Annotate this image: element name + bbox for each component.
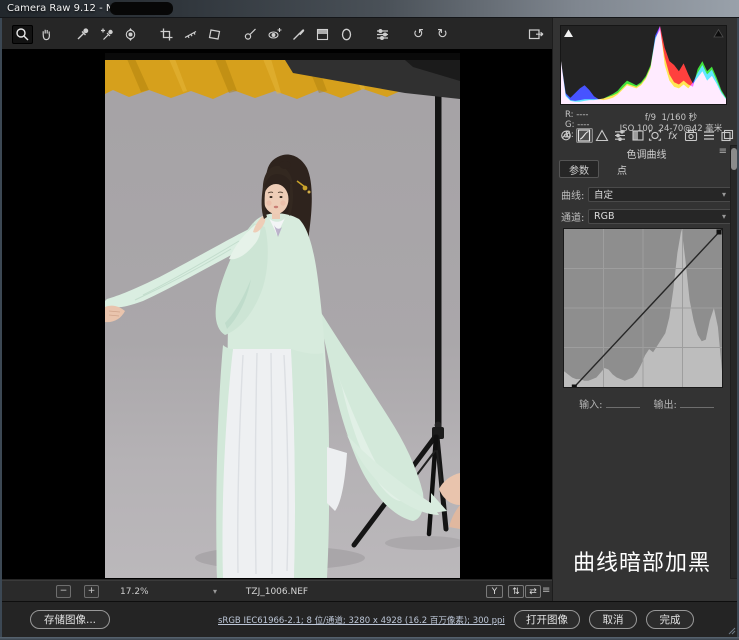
- tone-curve-tabs: 参数 点: [559, 160, 637, 178]
- tab-camera-calibration-icon[interactable]: [683, 128, 700, 143]
- panel-title: 色调曲线: [553, 146, 739, 159]
- camera-raw-window: { "window": { "title": "Camera Raw 9.12 …: [0, 0, 739, 640]
- redacted-patch: [110, 2, 173, 15]
- photo-preview[interactable]: [105, 53, 460, 578]
- hand-tool-icon[interactable]: [36, 25, 57, 44]
- tone-curve-graph[interactable]: [563, 228, 723, 388]
- input-value[interactable]: [606, 397, 640, 408]
- highlight-clipping-indicator[interactable]: [713, 28, 724, 38]
- toggle-fullscreen-icon[interactable]: [526, 25, 546, 43]
- tab-split-toning-icon[interactable]: [629, 128, 646, 143]
- shadow-clipping-indicator[interactable]: [563, 28, 574, 38]
- resize-grip[interactable]: [728, 627, 736, 635]
- spot-removal-tool-icon[interactable]: [240, 25, 261, 44]
- channel-label: 通道:: [561, 209, 588, 224]
- rotate-left-icon[interactable]: ↺: [408, 25, 429, 44]
- workflow-options-link[interactable]: sRGB IEC61966-2.1; 8 位/通道; 3280 x 4928 (…: [218, 614, 478, 626]
- status-bar: − + 17.2% ▾ TZJ_1006.NEF Y ⇅ ⇄ ≡: [2, 580, 552, 601]
- curve-preset-select[interactable]: 自定 ▾: [588, 187, 732, 202]
- tutorial-annotation: 曲线暗部加黑: [573, 545, 733, 577]
- output-label: 输出:: [654, 400, 677, 411]
- tab-detail-icon[interactable]: [594, 128, 611, 143]
- adjustments-panel: R: ---- G: ---- B: ---- f/9 1/160 秒 ISO …: [552, 18, 739, 601]
- tab-point[interactable]: 点: [607, 160, 637, 178]
- curve-preset-row: 曲线: 自定 ▾: [561, 186, 732, 202]
- adjustment-brush-tool-icon[interactable]: [288, 25, 309, 44]
- svg-text:fx: fx: [668, 131, 678, 142]
- zoom-tool-icon[interactable]: [12, 25, 33, 44]
- tab-basic-icon[interactable]: [558, 128, 575, 143]
- graduated-filter-tool-icon[interactable]: [312, 25, 333, 44]
- cancel-button[interactable]: 取消: [589, 610, 637, 629]
- crop-tool-icon[interactable]: [156, 25, 177, 44]
- tab-hsl-grayscale-icon[interactable]: [611, 128, 628, 143]
- white-balance-tool-icon[interactable]: [72, 25, 93, 44]
- preview-settings-icon[interactable]: ≡: [542, 586, 550, 596]
- chevron-down-icon: ▾: [722, 212, 726, 221]
- exif-exposure: f/9 1/160 秒: [615, 113, 727, 124]
- transform-tool-icon[interactable]: [204, 25, 225, 44]
- curve-point-black: [572, 385, 577, 388]
- tab-parametric[interactable]: 参数: [559, 160, 599, 178]
- rgb-histogram: [560, 25, 727, 105]
- input-label: 输入:: [579, 400, 602, 411]
- straighten-tool-icon[interactable]: [180, 25, 201, 44]
- rotate-right-icon[interactable]: ↻: [432, 25, 453, 44]
- tab-snapshots-icon[interactable]: [718, 128, 735, 143]
- toolbar: ↺ ↻: [0, 19, 552, 49]
- image-canvas[interactable]: [2, 49, 552, 579]
- done-button[interactable]: 完成: [646, 610, 694, 629]
- channel-select[interactable]: RGB ▾: [588, 209, 732, 224]
- radial-filter-tool-icon[interactable]: [336, 25, 357, 44]
- swap-before-after-button[interactable]: ⇅: [508, 585, 524, 598]
- save-image-button[interactable]: 存储图像...: [30, 610, 110, 629]
- output-value[interactable]: [680, 397, 714, 408]
- panel-menu-icon[interactable]: ≡: [719, 146, 727, 157]
- preferences-tool-icon[interactable]: [372, 25, 393, 44]
- curve-preset-label: 曲线:: [561, 187, 588, 202]
- copy-settings-button[interactable]: ⇄: [525, 585, 541, 598]
- channel-row: 通道: RGB ▾: [561, 208, 732, 224]
- panel-tab-strip: fx: [558, 128, 735, 144]
- light-stand-pole: [435, 77, 442, 431]
- photo-top-black-strip: [105, 53, 460, 60]
- targeted-adjustment-tool-icon[interactable]: [120, 25, 141, 44]
- open-image-button[interactable]: 打开图像: [514, 610, 580, 629]
- tab-tone-curve-icon[interactable]: [576, 128, 593, 143]
- window-frame-left: [0, 18, 2, 637]
- filename-label: TZJ_1006.NEF: [2, 587, 552, 597]
- tab-presets-icon[interactable]: [700, 128, 717, 143]
- color-sampler-tool-icon[interactable]: [96, 25, 117, 44]
- footer-bar: 存储图像... sRGB IEC61966-2.1; 8 位/通道; 3280 …: [0, 601, 739, 637]
- tab-lens-corrections-icon[interactable]: [647, 128, 664, 143]
- curve-point-white: [717, 230, 722, 235]
- red-eye-tool-icon[interactable]: [264, 25, 285, 44]
- title-bar[interactable]: Camera Raw 9.12 - Nikon D4: [0, 0, 739, 18]
- preview-mode-toggle[interactable]: Y: [486, 585, 503, 598]
- curve-io-row: 输入: 输出:: [553, 396, 739, 411]
- tab-effects-icon[interactable]: fx: [665, 128, 682, 143]
- chevron-down-icon: ▾: [722, 190, 726, 199]
